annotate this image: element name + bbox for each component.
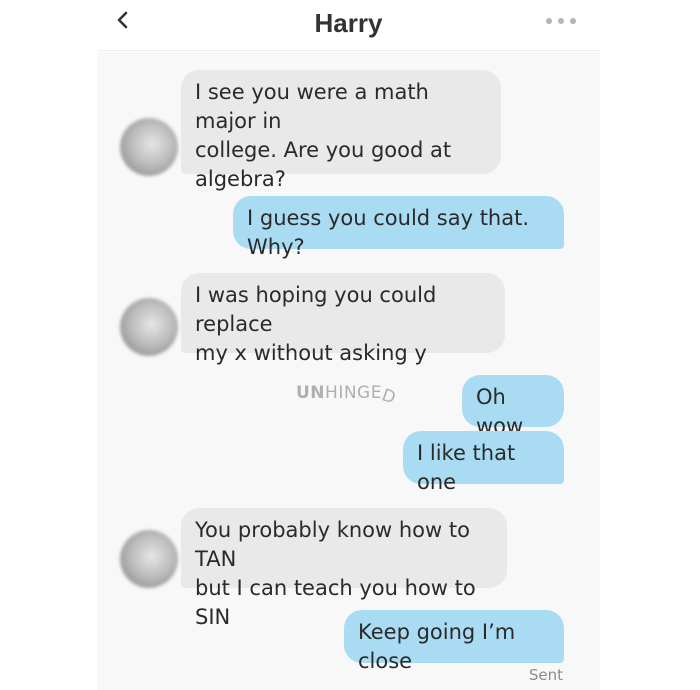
outgoing-message[interactable]: I like that one: [403, 431, 564, 494]
outgoing-message[interactable]: Keep going I’m close: [344, 610, 564, 673]
more-dots-icon[interactable]: [544, 16, 578, 26]
contact-avatar[interactable]: [120, 530, 178, 588]
outgoing-message[interactable]: I guess you could say that. Why?: [233, 196, 564, 259]
chat-header: Harry: [97, 0, 600, 51]
incoming-message[interactable]: I see you were a math major in college. …: [181, 70, 501, 191]
unhinged-watermark: UNHINGED: [296, 383, 399, 409]
contact-avatar[interactable]: [120, 118, 178, 176]
outgoing-message[interactable]: Oh wow: [462, 375, 564, 438]
contact-name[interactable]: Harry: [97, 8, 600, 39]
chat-screen: Harry I see you were a math major in col…: [0, 0, 700, 690]
sent-status: Sent: [528, 666, 563, 684]
incoming-message[interactable]: You probably know how to TAN but I can t…: [181, 508, 507, 629]
contact-avatar[interactable]: [120, 298, 178, 356]
incoming-message[interactable]: I was hoping you could replace my x with…: [181, 273, 505, 365]
